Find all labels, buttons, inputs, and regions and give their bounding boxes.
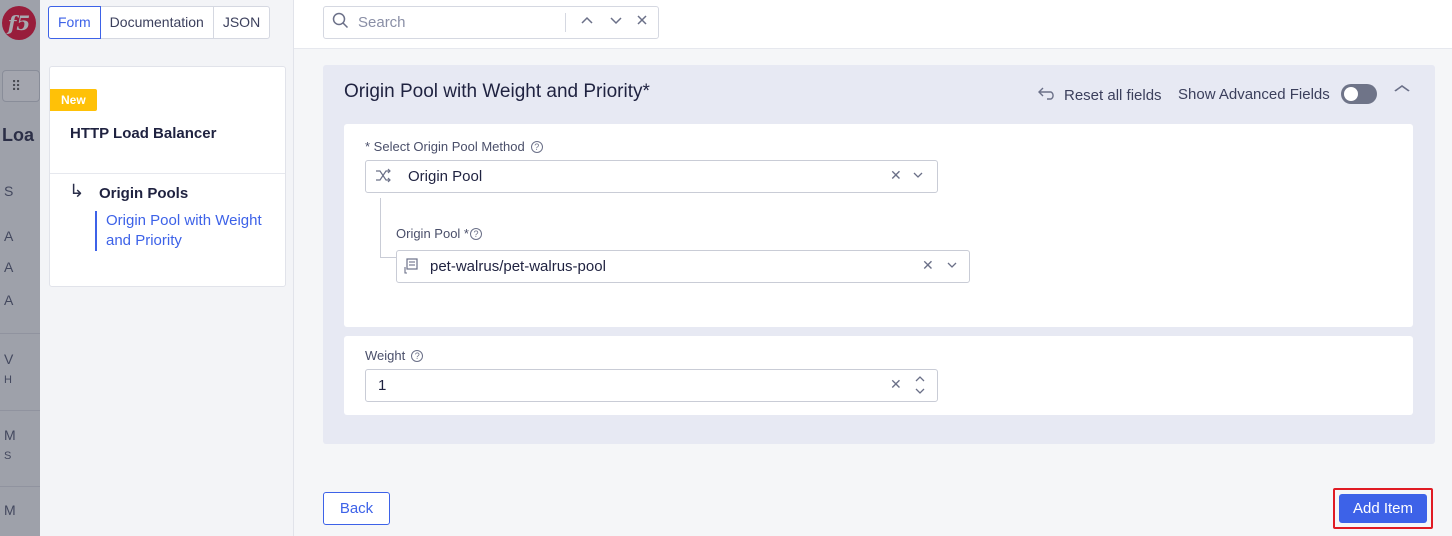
navigator-divider bbox=[50, 173, 285, 174]
clear-icon[interactable]: ✕ bbox=[890, 376, 902, 393]
subdirectory-arrow-icon: ↳ bbox=[69, 181, 85, 201]
modal-overlay bbox=[0, 0, 40, 536]
search-prev-icon[interactable] bbox=[580, 10, 594, 34]
origin-pool-field-label: Origin Pool * ? bbox=[396, 226, 482, 241]
top-bar bbox=[294, 0, 1452, 49]
origin-pool-method-card: * Select Origin Pool Method ? Origin Poo… bbox=[344, 124, 1413, 327]
weight-label-text: Weight bbox=[365, 348, 406, 363]
origin-pool-value: pet-walrus/pet-walrus-pool bbox=[430, 258, 606, 275]
view-mode-tabs: Form Documentation JSON bbox=[48, 6, 271, 39]
weight-value: 1 bbox=[378, 377, 387, 394]
origin-pool-select[interactable]: pet-walrus/pet-walrus-pool ✕ bbox=[396, 250, 970, 283]
reset-all-fields-button[interactable]: Reset all fields bbox=[1038, 85, 1162, 105]
origin-pool-method-select[interactable]: Origin Pool ✕ bbox=[365, 160, 938, 193]
tab-json[interactable]: JSON bbox=[212, 7, 269, 38]
advanced-fields-label: Show Advanced Fields bbox=[1178, 86, 1330, 103]
weight-input[interactable]: 1 ✕ bbox=[365, 369, 938, 402]
add-item-button[interactable]: Add Item bbox=[1339, 494, 1427, 523]
new-badge: New bbox=[50, 89, 97, 111]
navigator-section-origin-pools[interactable]: Origin Pools bbox=[99, 185, 188, 202]
main-form-area: Origin Pool with Weight and Priority* Re… bbox=[294, 49, 1452, 536]
method-label-text: * Select Origin Pool Method bbox=[365, 139, 525, 154]
origin-pool-label-text: Origin Pool * bbox=[396, 226, 469, 241]
method-field-label: * Select Origin Pool Method ? bbox=[365, 139, 543, 154]
navigator-card: New HTTP Load Balancer ↳ Origin Pools Or… bbox=[49, 66, 286, 287]
section-title-text: Origin Pool with Weight and Priority bbox=[344, 81, 643, 102]
section-title: Origin Pool with Weight and Priority* bbox=[344, 81, 650, 103]
toggle-knob bbox=[1344, 87, 1358, 101]
reset-label: Reset all fields bbox=[1064, 86, 1162, 104]
search-input[interactable] bbox=[356, 13, 560, 32]
add-item-highlight: Add Item bbox=[1333, 488, 1433, 529]
search-icon bbox=[332, 12, 349, 34]
weight-field-label: Weight ? bbox=[365, 348, 424, 363]
chevron-down-icon[interactable] bbox=[912, 165, 924, 188]
list-icon bbox=[403, 257, 419, 279]
search-clear-icon[interactable] bbox=[636, 10, 648, 34]
required-mark: * bbox=[642, 81, 650, 102]
back-button[interactable]: Back bbox=[323, 492, 390, 525]
help-icon[interactable]: ? bbox=[469, 227, 482, 240]
shuffle-icon bbox=[375, 167, 392, 188]
search-divider bbox=[565, 13, 566, 32]
help-icon[interactable]: ? bbox=[530, 140, 543, 153]
tree-connector bbox=[380, 198, 381, 257]
form-navigator-panel: Form Documentation JSON New HTTP Load Ba… bbox=[40, 0, 294, 536]
navigator-title[interactable]: HTTP Load Balancer bbox=[70, 125, 216, 142]
origin-pool-section: Origin Pool with Weight and Priority* Re… bbox=[323, 65, 1435, 444]
weight-card: Weight ? 1 ✕ bbox=[344, 336, 1413, 415]
help-icon[interactable]: ? bbox=[411, 349, 424, 362]
search-next-icon[interactable] bbox=[609, 10, 623, 34]
navigator-current-item[interactable]: Origin Pool with Weight and Priority bbox=[95, 211, 276, 251]
reset-arrow-icon bbox=[1038, 85, 1056, 105]
tab-form[interactable]: Form bbox=[48, 6, 101, 39]
tree-connector bbox=[380, 257, 396, 258]
advanced-fields-toggle[interactable] bbox=[1341, 84, 1377, 104]
stepper-down-icon[interactable] bbox=[914, 385, 926, 400]
clear-icon[interactable]: ✕ bbox=[890, 167, 902, 184]
search-box bbox=[323, 6, 659, 39]
background-app: f5 ⠿ Loa S A A A V H M S M bbox=[0, 0, 40, 536]
collapse-chevron-icon[interactable] bbox=[1394, 78, 1411, 103]
clear-icon[interactable]: ✕ bbox=[922, 257, 934, 274]
tab-documentation[interactable]: Documentation bbox=[99, 7, 213, 38]
chevron-down-icon[interactable] bbox=[946, 255, 958, 278]
method-value: Origin Pool bbox=[408, 168, 483, 185]
